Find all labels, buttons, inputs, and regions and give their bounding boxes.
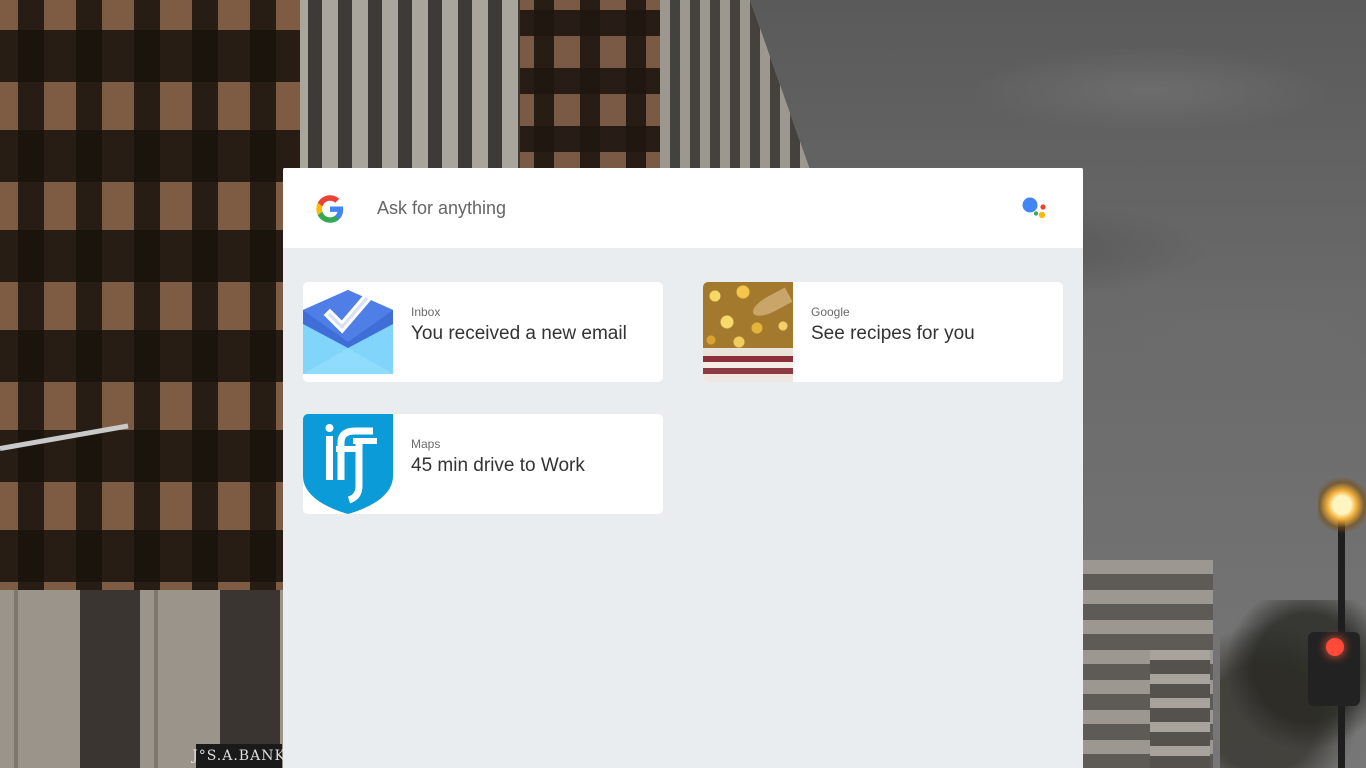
inbox-thumbnail xyxy=(303,282,393,382)
maps-thumbnail xyxy=(303,414,393,514)
search-input[interactable] xyxy=(375,192,979,224)
card-title: 45 min drive to Work xyxy=(411,455,585,476)
bank-sign: J°S.A.BANK xyxy=(192,744,285,768)
assistant-panel: Inbox You received a new email Google Se… xyxy=(283,168,1083,768)
card-source-label: Maps xyxy=(411,437,441,451)
ist-shield-logo xyxy=(303,414,393,514)
card-source-label: Google xyxy=(811,305,850,319)
building-middle xyxy=(300,0,520,170)
street-lamp xyxy=(1318,478,1366,538)
search-bar xyxy=(283,168,1083,248)
building-left-base xyxy=(0,590,300,768)
google-assistant-icon[interactable] xyxy=(1021,196,1049,222)
inbox-envelope-icon xyxy=(303,282,393,382)
card-title: You received a new email xyxy=(411,323,627,344)
building-right-small xyxy=(1150,650,1210,768)
card-title: See recipes for you xyxy=(811,323,975,344)
recipe-thumbnail xyxy=(703,282,793,382)
google-g-icon xyxy=(316,195,344,223)
card-inbox[interactable]: Inbox You received a new email xyxy=(303,282,663,382)
building-middle-brick xyxy=(520,0,660,170)
card-maps[interactable]: Maps 45 min drive to Work xyxy=(303,414,663,514)
traffic-light xyxy=(1308,632,1360,706)
card-recipes[interactable]: Google See recipes for you xyxy=(703,282,1063,382)
card-source-label: Inbox xyxy=(411,305,441,319)
